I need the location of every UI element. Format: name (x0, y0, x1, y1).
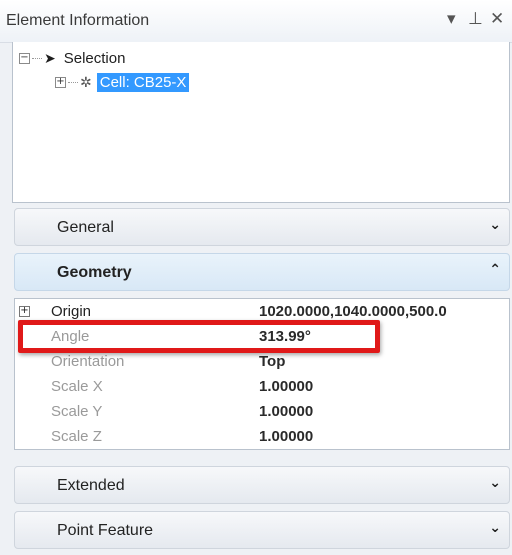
panel-title: Element Information (6, 12, 150, 29)
section-point-feature[interactable]: Point Feature ⌄ (14, 511, 510, 549)
section-geometry-label: Geometry (57, 264, 132, 281)
tree-item-selection-label: Selection (63, 49, 126, 67)
property-value[interactable]: 1.00000 (259, 428, 313, 445)
section-geometry[interactable]: Geometry ⌃ (14, 253, 510, 291)
property-name: Orientation (51, 353, 125, 370)
property-value[interactable]: Top (259, 353, 285, 370)
collapse-icon[interactable]: − (19, 52, 30, 64)
dropdown-arrow-icon[interactable]: ▾ (447, 9, 456, 29)
property-name: Origin (51, 303, 92, 320)
cursor-arrow-icon: ➤ (44, 49, 56, 66)
section-general[interactable]: General ⌄ (14, 208, 510, 246)
chevron-up-icon[interactable]: ⌃ (489, 262, 501, 278)
property-name: Scale Z (51, 428, 102, 445)
tree-item-cell-label[interactable]: Cell: CB25-X (96, 72, 190, 92)
pin-icon[interactable]: ⊥ (468, 9, 483, 29)
property-name: Scale X (51, 378, 103, 395)
property-value[interactable]: 1020.0000,1040.0000,500.0 (259, 303, 447, 320)
element-information-panel: Element Information ▾ ⊥ ✕ − ➤ Selection … (0, 0, 512, 555)
chevron-down-icon[interactable]: ⌄ (489, 520, 501, 536)
chevron-down-icon[interactable]: ⌄ (489, 217, 501, 233)
property-row-scale-x[interactable]: Scale X 1.00000 (15, 374, 509, 399)
tree-row-selection[interactable]: − ➤ Selection (19, 48, 125, 68)
highlight-box (18, 320, 380, 353)
property-row-scale-z[interactable]: Scale Z 1.00000 (15, 424, 509, 449)
section-general-label: General (57, 219, 114, 236)
property-row-scale-y[interactable]: Scale Y 1.00000 (15, 399, 509, 424)
close-icon[interactable]: ✕ (490, 9, 504, 29)
property-value[interactable]: 1.00000 (259, 378, 313, 395)
section-point-feature-label: Point Feature (57, 522, 154, 539)
panel-titlebar: Element Information ▾ ⊥ ✕ (0, 0, 512, 43)
tree-connector (32, 57, 42, 59)
tree-row-cell[interactable]: + ✲ Cell: CB25-X (55, 72, 190, 92)
expand-icon[interactable]: + (19, 306, 30, 317)
chevron-down-icon[interactable]: ⌄ (489, 475, 501, 491)
tree-connector (68, 81, 78, 83)
property-value[interactable]: 1.00000 (259, 403, 313, 420)
section-extended[interactable]: Extended ⌄ (14, 466, 510, 504)
cell-icon: ✲ (80, 73, 92, 90)
selection-tree: − ➤ Selection + ✲ Cell: CB25-X (12, 42, 510, 203)
expand-icon[interactable]: + (55, 76, 66, 88)
property-name: Scale Y (51, 403, 103, 420)
section-extended-label: Extended (57, 477, 125, 494)
